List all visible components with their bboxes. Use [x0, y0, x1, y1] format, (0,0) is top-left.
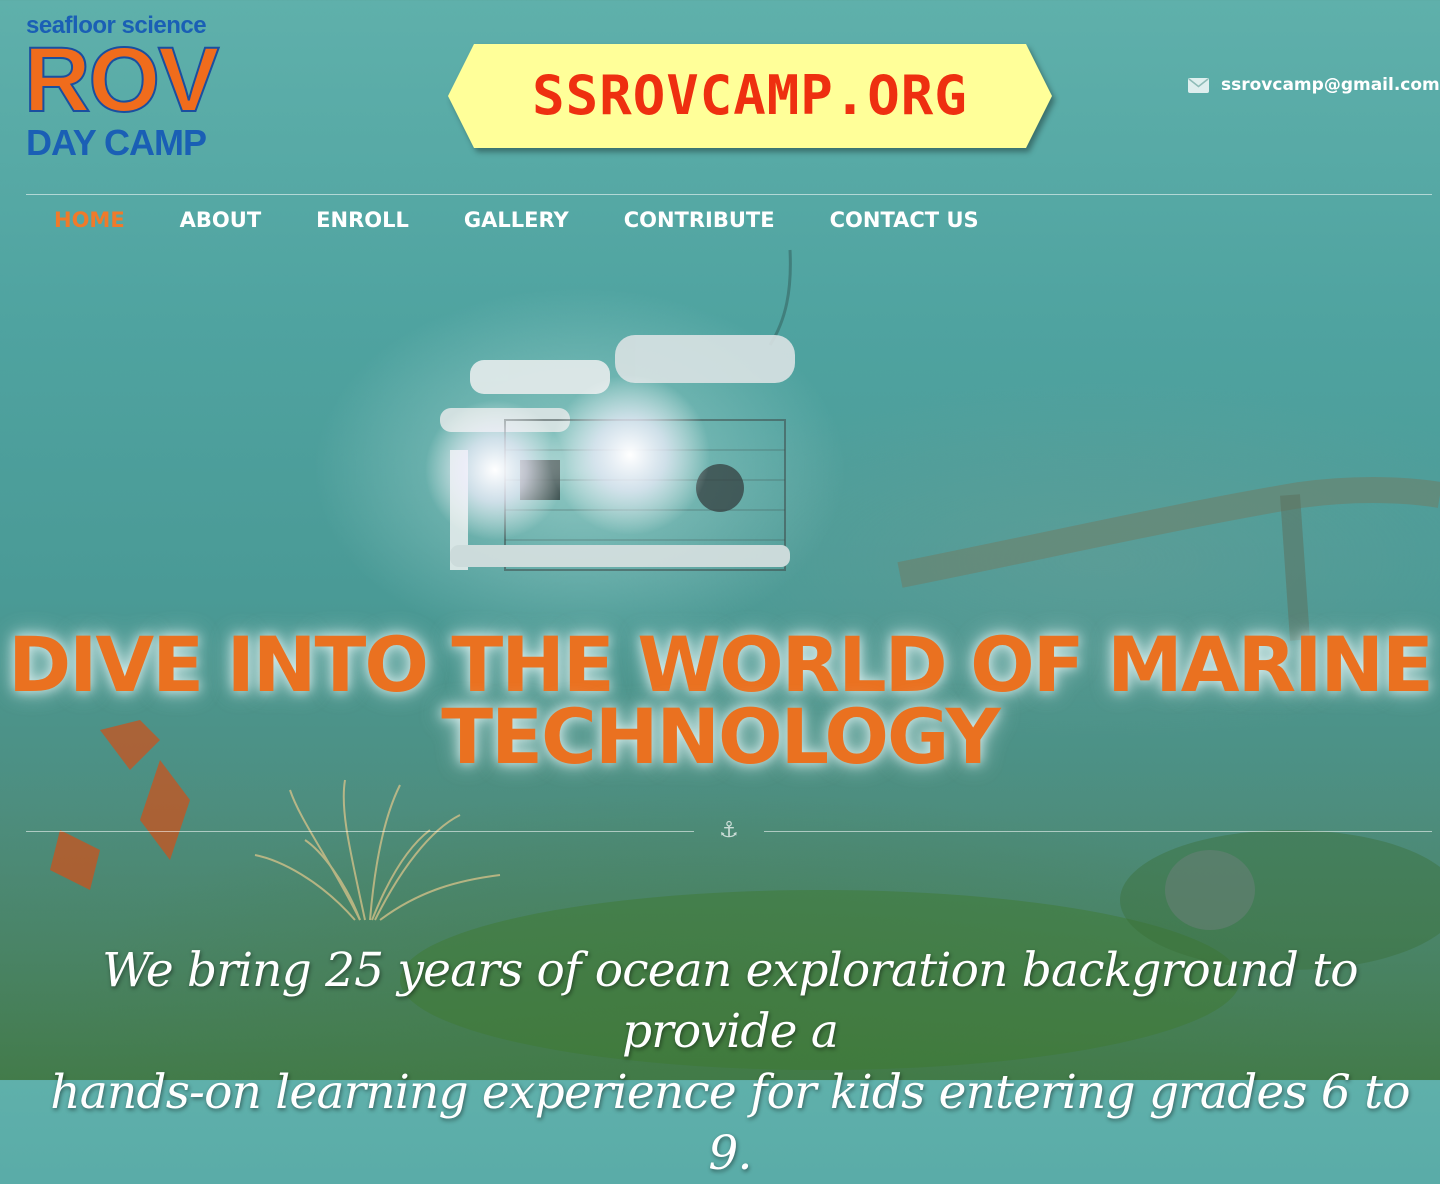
nav-item-contribute[interactable]: CONTRIBUTE [624, 208, 775, 232]
divider-line-left [26, 831, 694, 832]
section-divider: ⚓ [26, 818, 1432, 844]
nav-divider [26, 194, 1432, 195]
nav-item-home[interactable]: HOME [54, 208, 125, 232]
nav-item-gallery[interactable]: GALLERY [464, 208, 569, 232]
nav-item-contact-us[interactable]: CONTACT US [830, 208, 979, 232]
envelope-icon [1188, 77, 1209, 93]
site-logo[interactable]: seafloor science ROV DAY CAMP [23, 12, 244, 163]
anchor-icon: ⚓ [719, 818, 739, 843]
main-nav: HOME ABOUT ENROLL GALLERY CONTRIBUTE CON… [54, 208, 979, 232]
hero-tagline: We bring 25 years of ocean exploration b… [30, 940, 1430, 1184]
email-link[interactable]: ssrovcamp@gmail.com [1188, 75, 1440, 95]
email-address: ssrovcamp@gmail.com [1221, 75, 1440, 95]
hero-background-image [0, 249, 1440, 1080]
banner-text: SSROVCAMP.ORG [532, 64, 968, 127]
logo-subtitle: DAY CAMP [26, 122, 207, 163]
logo-wordmark: ROV [23, 29, 220, 131]
hero-tagline-line-2: hands-on learning experience for kids en… [50, 1065, 1410, 1181]
nav-item-about[interactable]: ABOUT [180, 208, 262, 232]
hero-title-line-2: TECHNOLOGY [441, 691, 1000, 781]
divider-line-right [764, 831, 1432, 832]
hero-title: DIVE INTO THE WORLD OF MARINE TECHNOLOGY [0, 619, 1440, 781]
nav-item-enroll[interactable]: ENROLL [316, 208, 409, 232]
hero-tagline-line-1: We bring 25 years of ocean exploration b… [102, 943, 1358, 1059]
hero-title-line-1: DIVE INTO THE WORLD OF MARINE [8, 619, 1434, 709]
url-banner: SSROVCAMP.ORG [448, 44, 1052, 148]
